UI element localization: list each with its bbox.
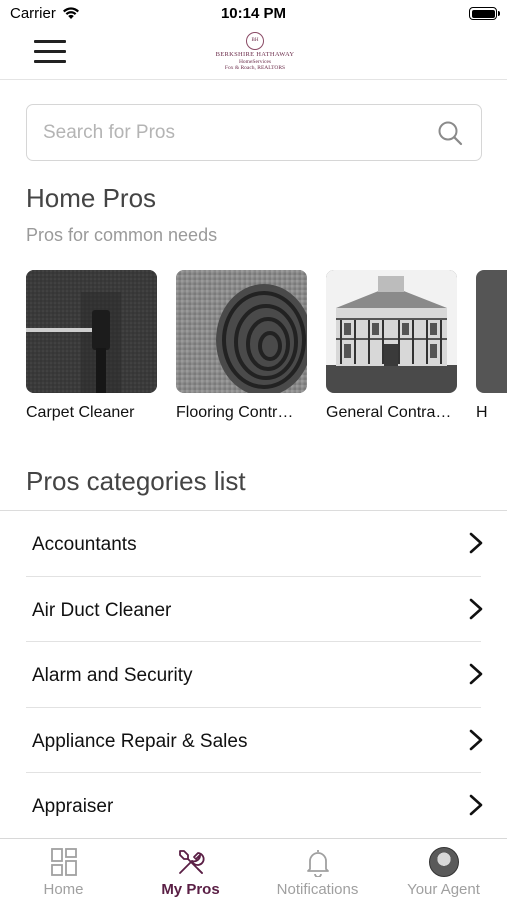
category-label: Appraiser	[32, 796, 114, 817]
tools-icon	[178, 850, 204, 874]
tab-label: Home	[43, 881, 84, 898]
pro-card-label: Flooring Contr…	[176, 404, 294, 421]
grid-icon	[50, 848, 77, 876]
pro-card-flooring[interactable]: Flooring Contr…	[176, 270, 307, 422]
pro-card-carpet-cleaner[interactable]: Carpet Cleaner	[26, 270, 157, 422]
pro-card-label: Carpet Cleaner	[26, 404, 135, 421]
categories-list: Accountants Air Duct Cleaner Alarm and S…	[0, 511, 507, 839]
logo-line1: BERKSHIRE HATHAWAY	[215, 51, 295, 58]
category-label: Accountants	[32, 534, 137, 555]
battery-icon	[469, 7, 500, 20]
search-input[interactable]	[43, 105, 423, 160]
categories-title: Pros categories list	[26, 466, 246, 496]
tab-label: My Pros	[161, 881, 220, 898]
category-item-appliance-repair[interactable]: Appliance Repair & Sales	[0, 708, 507, 773]
brand-logo: BH BERKSHIRE HATHAWAY HomeServices Fox &…	[200, 30, 310, 76]
category-item-alarm-security[interactable]: Alarm and Security	[0, 642, 507, 708]
partial-photo	[476, 270, 507, 393]
rolled-carpet-photo	[176, 270, 307, 393]
carpet-cleaner-photo	[26, 270, 157, 393]
tab-label: Your Agent	[407, 881, 480, 898]
pro-card-label: H	[476, 404, 488, 421]
category-item-appraiser[interactable]: Appraiser	[0, 773, 507, 839]
logo-seal-icon: BH	[246, 32, 264, 50]
tab-my-pros[interactable]: My Pros	[127, 839, 254, 901]
category-label: Air Duct Cleaner	[32, 599, 172, 621]
category-item-accountants[interactable]: Accountants	[0, 511, 507, 577]
category-label: Appliance Repair & Sales	[32, 730, 248, 752]
menu-icon[interactable]	[34, 40, 66, 64]
logo-line3: Fox & Roach, REALTORS	[224, 65, 286, 71]
status-bar: Carrier 10:14 PM	[0, 0, 507, 28]
nav-bar: BH BERKSHIRE HATHAWAY HomeServices Fox &…	[0, 28, 507, 80]
home-pros-title: Home Pros	[26, 183, 157, 213]
house-photo	[326, 270, 457, 393]
chevron-right-icon	[469, 663, 483, 685]
pro-card-partial[interactable]: H	[476, 270, 507, 422]
chevron-right-icon	[469, 729, 483, 750]
search-icon[interactable]	[437, 120, 463, 146]
chevron-right-icon	[469, 532, 483, 554]
tab-your-agent[interactable]: Your Agent	[380, 839, 507, 901]
category-item-air-duct-cleaner[interactable]: Air Duct Cleaner	[0, 577, 507, 642]
tab-notifications[interactable]: Notifications	[254, 839, 381, 901]
home-pros-subtitle: Pros for common needs	[26, 225, 218, 245]
tab-home[interactable]: Home	[0, 839, 127, 901]
agent-avatar	[428, 847, 459, 877]
pro-card-general-contractor[interactable]: General Contra…	[326, 270, 457, 422]
pro-card-label: General Contra…	[326, 404, 452, 421]
search-box[interactable]	[26, 104, 482, 161]
tab-bar: Home My Pros Notifications Your Agent	[0, 838, 507, 900]
chevron-right-icon	[469, 598, 483, 619]
status-time: 10:14 PM	[220, 5, 287, 22]
category-label: Alarm and Security	[32, 665, 193, 686]
chevron-right-icon	[469, 794, 483, 816]
tab-label: Notifications	[276, 881, 359, 898]
bell-icon	[306, 850, 329, 877]
home-pros-carousel[interactable]: Carpet Cleaner Flooring Contr… General C…	[26, 270, 507, 430]
